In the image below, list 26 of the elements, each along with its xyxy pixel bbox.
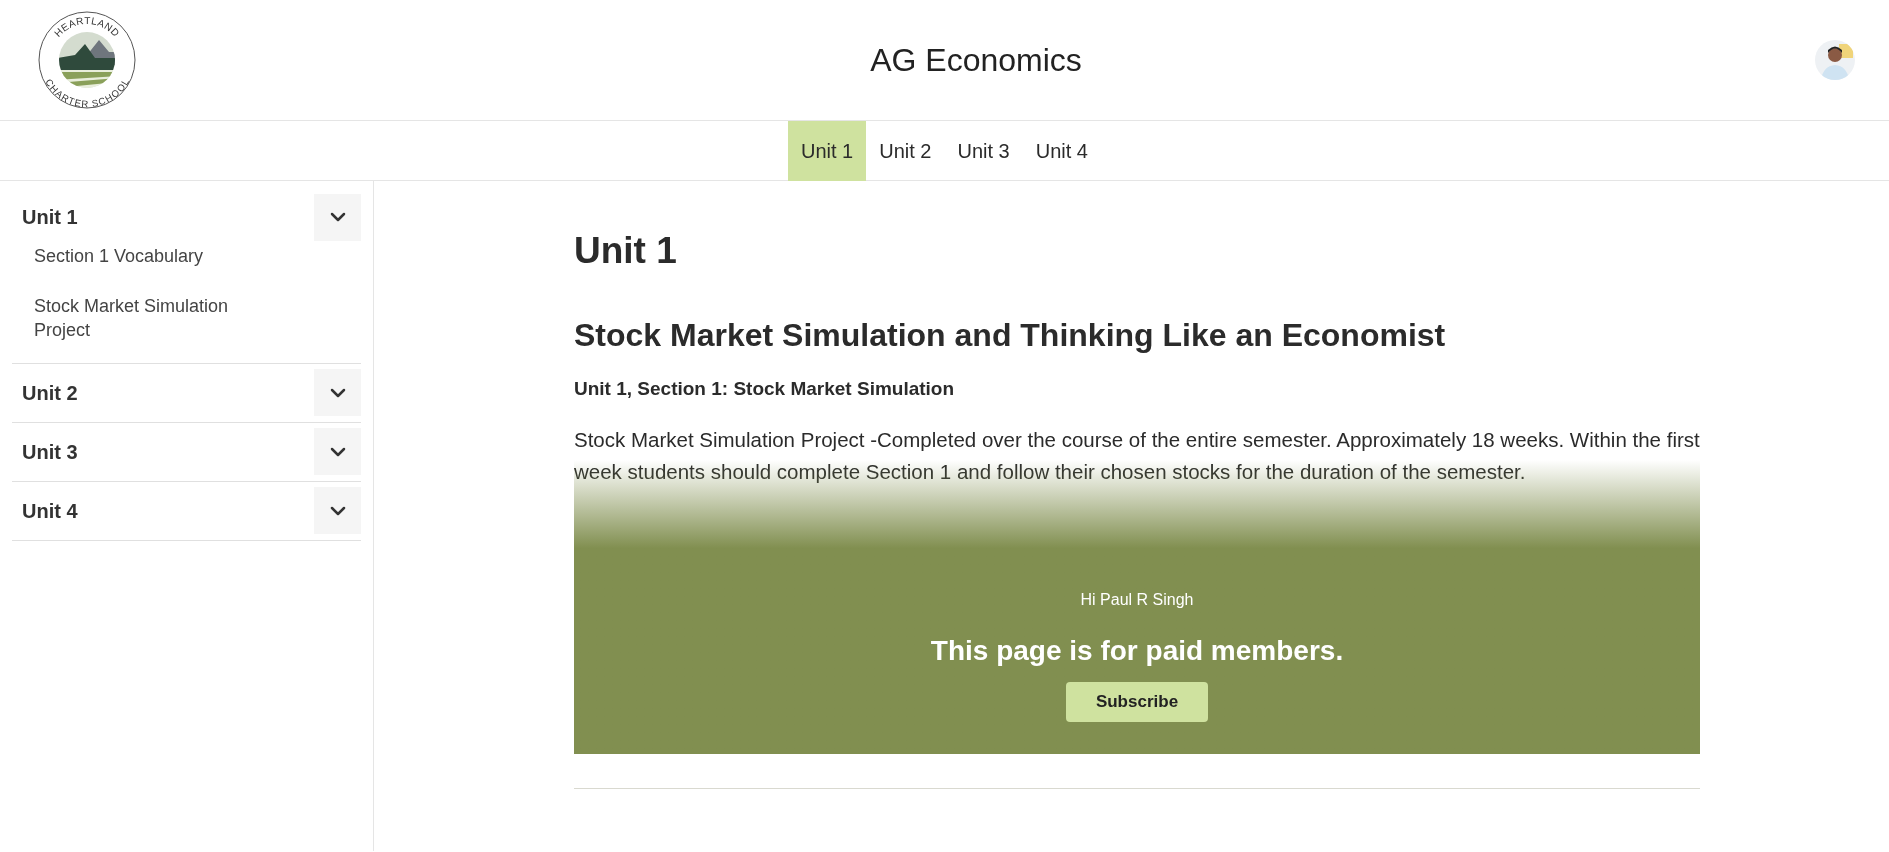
- sidebar-unit[interactable]: Unit 3: [12, 436, 78, 467]
- chevron-down-icon: [329, 212, 346, 222]
- subscribe-button[interactable]: Subscribe: [1066, 681, 1208, 722]
- sidebar-unit[interactable]: Unit 2: [12, 377, 78, 408]
- sidebar-unit[interactable]: Unit 1: [12, 202, 78, 232]
- greeting-text: Hi Paul R Singh: [1080, 589, 1194, 610]
- unit-tab[interactable]: Unit 3: [944, 121, 1023, 181]
- paragraph: Stock Market Simulation Project -Completed over the course of the entire semester. Approximately 18 weeks. Within the first week students should complete Section 1 and follow their chosen stocks for the duration of the semester.: [574, 426, 1700, 485]
- unit-tab[interactable]: Unit 4: [1022, 121, 1101, 181]
- expand-button[interactable]: [314, 193, 361, 241]
- expand-button[interactable]: [314, 487, 361, 534]
- section-heading: Stock Market Simulation and Thinking Like an Economist: [574, 316, 1447, 355]
- expand-button[interactable]: [314, 428, 361, 475]
- unit-tab[interactable]: Unit 2: [866, 121, 945, 181]
- chevron-down-icon: [329, 446, 346, 457]
- site-title: AG Economics: [870, 41, 1082, 80]
- sidebar-link[interactable]: Stock Market Simulation Project: [34, 294, 274, 342]
- paywall-message: This page is for paid members.: [930, 633, 1344, 668]
- chevron-down-icon: [329, 505, 346, 516]
- subheading: Unit 1, Section 1: Stock Market Simulation: [574, 377, 956, 401]
- expand-button[interactable]: [314, 369, 361, 416]
- unit-tab[interactable]: Unit 1: [788, 121, 867, 181]
- sidebar-link[interactable]: Section 1 Vocabulary: [34, 244, 274, 268]
- sidebar-unit[interactable]: Unit 4: [12, 495, 78, 526]
- chevron-down-icon: [329, 387, 346, 398]
- page-title: Unit 1: [574, 229, 678, 273]
